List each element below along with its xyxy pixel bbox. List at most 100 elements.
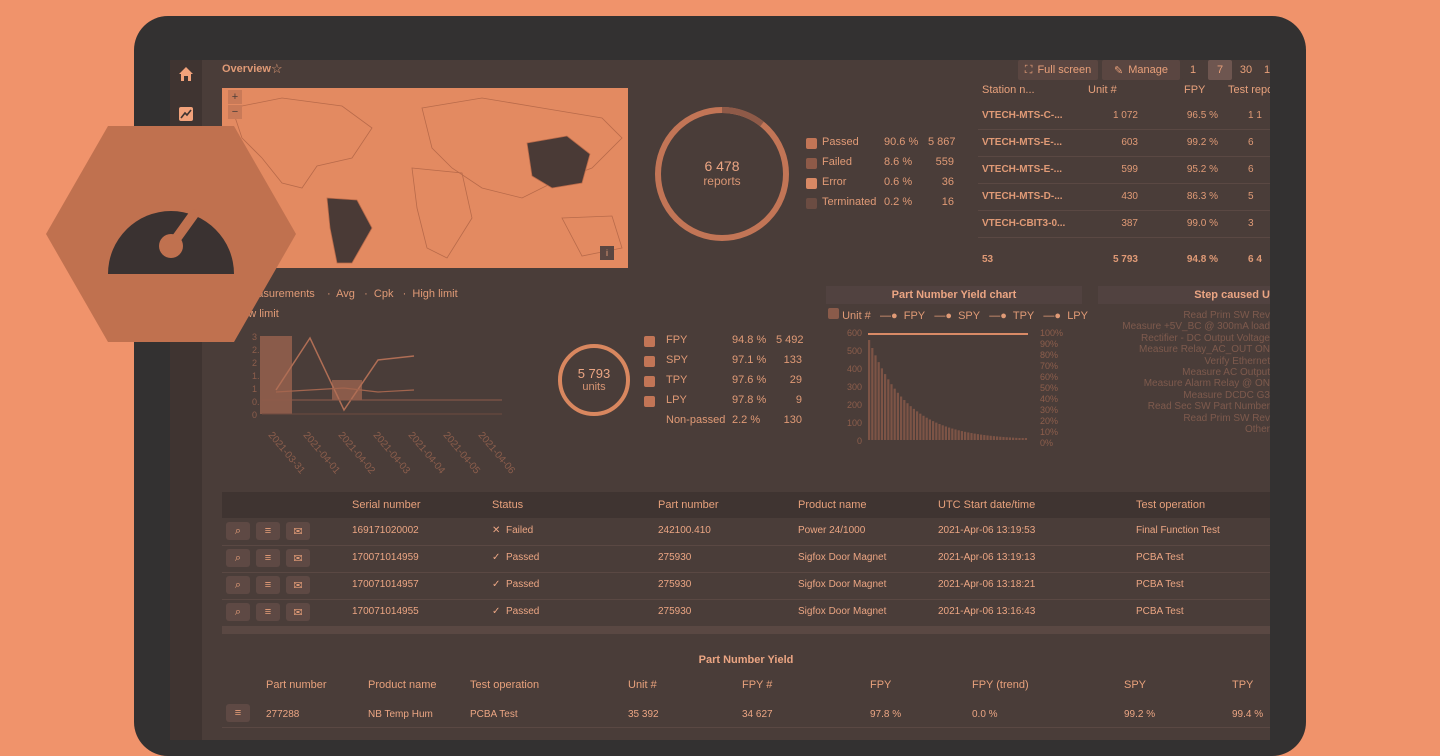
period-365-button[interactable]: 1 bbox=[1260, 60, 1270, 80]
yield-bar bbox=[973, 433, 976, 440]
station-footer-units: 5 793 bbox=[1112, 254, 1138, 265]
table-row[interactable]: ≡ 277288 NB Temp Hum PCBA Test 35 392 34 627 9… bbox=[222, 700, 1270, 728]
col-unit[interactable]: Unit # bbox=[1088, 84, 1117, 96]
units-legend-label[interactable]: Non-passed bbox=[666, 414, 725, 426]
search-icon[interactable]: ⌕ bbox=[226, 549, 250, 567]
favorite-star-icon[interactable]: ☆ bbox=[271, 61, 283, 77]
start-date: 2021-Apr-06 13:19:53 bbox=[938, 525, 1036, 536]
yield-legend-spy[interactable]: SPY bbox=[958, 310, 980, 322]
station-units: 599 bbox=[1121, 164, 1138, 175]
search-icon[interactable]: ⌕ bbox=[226, 522, 250, 540]
pn-col-header[interactable]: FPY # bbox=[742, 679, 772, 691]
map-info-icon[interactable]: i bbox=[600, 246, 614, 260]
yield-bar bbox=[1005, 437, 1008, 440]
pn-col-header[interactable]: FPY (trend) bbox=[972, 679, 1029, 691]
units-legend-label[interactable]: LPY bbox=[666, 394, 687, 406]
test-operation: PCBA Test bbox=[1136, 606, 1184, 617]
yield-y-tick: 400 bbox=[846, 364, 862, 374]
comment-icon[interactable]: ✉ bbox=[286, 576, 310, 594]
units-legend-label[interactable]: SPY bbox=[666, 354, 688, 366]
serial-col-header[interactable]: Test operation bbox=[1136, 499, 1205, 511]
table-row[interactable]: ⌕ ≡ ✉ 170071014959 ✓ Passed 275930 Sigfox Door … bbox=[222, 545, 1270, 573]
table-row[interactable]: ⌕ ≡ ✉ 170071014955 ✓ Passed 275930 Sigfox Door … bbox=[222, 599, 1270, 627]
step-item[interactable]: Read Prim SW Rev bbox=[1092, 413, 1270, 424]
menu-icon[interactable]: ≡ bbox=[226, 704, 250, 722]
manage-button[interactable]: ✎ Manage bbox=[1102, 60, 1180, 80]
serial-col-header[interactable]: Product name bbox=[798, 499, 866, 511]
yield-legend-lpy[interactable]: LPY bbox=[1067, 310, 1088, 322]
chart-icon[interactable] bbox=[178, 106, 194, 122]
step-item[interactable]: Measure AC Output bbox=[1092, 367, 1270, 378]
comment-icon[interactable]: ✉ bbox=[286, 549, 310, 567]
legend-percent: 8.6 % bbox=[884, 156, 913, 168]
pn-col-header[interactable]: Unit # bbox=[628, 679, 657, 691]
serial-col-header[interactable]: Status bbox=[492, 499, 523, 511]
comment-icon[interactable]: ✉ bbox=[286, 522, 310, 540]
serial-col-header[interactable]: Serial number bbox=[352, 499, 420, 511]
period-30-button[interactable]: 30 bbox=[1234, 60, 1258, 80]
search-icon[interactable]: ⌕ bbox=[226, 603, 250, 621]
step-item[interactable]: Rectifier - DC Output Voltage bbox=[1092, 333, 1270, 344]
legend-label[interactable]: Passed bbox=[822, 136, 859, 148]
home-icon[interactable] bbox=[178, 66, 194, 82]
menu-icon[interactable]: ≡ bbox=[256, 603, 280, 621]
legend-label[interactable]: Terminated bbox=[822, 196, 876, 208]
table-row[interactable]: ⌕ ≡ ✉ 169171020002 ✕ Failed 242100.410 Power 24… bbox=[222, 518, 1270, 546]
step-item[interactable]: Read Sec SW Part Number bbox=[1092, 401, 1270, 412]
pn-spy: 99.2 % bbox=[1124, 709, 1156, 720]
pn-col-header[interactable]: SPY bbox=[1124, 679, 1146, 691]
yield-legend-fpy[interactable]: FPY bbox=[904, 310, 925, 322]
horizontal-scrollbar[interactable] bbox=[222, 626, 1270, 634]
menu-icon[interactable]: ≡ bbox=[256, 522, 280, 540]
step-item[interactable]: Read Prim SW Rev bbox=[1092, 310, 1270, 321]
part-number: 275930 bbox=[658, 579, 692, 590]
table-row[interactable]: ⌕ ≡ ✉ 170071014957 ✓ Passed 275930 Sigfox Door … bbox=[222, 572, 1270, 600]
yield-bar bbox=[992, 436, 995, 440]
pn-col-header[interactable]: TPY bbox=[1232, 679, 1253, 691]
comment-icon[interactable]: ✉ bbox=[286, 603, 310, 621]
fullscreen-label: Full screen bbox=[1037, 64, 1092, 76]
units-legend-percent: 97.8 % bbox=[732, 394, 767, 406]
legend-avg[interactable]: Avg bbox=[336, 288, 355, 300]
step-item[interactable]: Measure +5V_BC @ 300mA load bbox=[1092, 321, 1270, 332]
serial-col-header[interactable]: Part number bbox=[658, 499, 719, 511]
pn-col-header[interactable]: Product name bbox=[368, 679, 436, 691]
pn-col-header[interactable]: Test operation bbox=[470, 679, 539, 691]
legend-high-limit[interactable]: High limit bbox=[412, 288, 457, 300]
menu-icon[interactable]: ≡ bbox=[256, 576, 280, 594]
legend-cpk[interactable]: Cpk bbox=[374, 288, 394, 300]
units-legend-label[interactable]: FPY bbox=[666, 334, 687, 346]
yield-bar bbox=[996, 436, 999, 440]
step-item[interactable]: Measure Alarm Relay @ ON bbox=[1092, 378, 1270, 389]
yield-bar bbox=[887, 379, 890, 440]
fullscreen-button[interactable]: ⛶ Full screen bbox=[1018, 60, 1098, 80]
step-item[interactable]: Measure Relay_AC_OUT ON bbox=[1092, 344, 1270, 355]
step-item[interactable]: Verify Ethernet bbox=[1092, 356, 1270, 367]
serial-number: 169171020002 bbox=[352, 525, 419, 536]
serial-col-header[interactable]: UTC Start date/time bbox=[938, 499, 1035, 511]
legend-label[interactable]: Error bbox=[822, 176, 846, 188]
period-1-button[interactable]: 1 bbox=[1182, 60, 1204, 80]
step-item[interactable]: Other bbox=[1092, 424, 1270, 435]
zoom-out-button[interactable]: − bbox=[228, 105, 242, 119]
station-name: VTECH-MTS-D-... bbox=[982, 191, 1063, 202]
step-item[interactable]: Measure DCDC G3 bbox=[1092, 390, 1270, 401]
yield-legend-unit[interactable]: Unit # bbox=[842, 310, 871, 322]
menu-icon[interactable]: ≡ bbox=[256, 549, 280, 567]
yield-bar bbox=[1008, 437, 1011, 440]
search-icon[interactable]: ⌕ bbox=[226, 576, 250, 594]
station-units: 603 bbox=[1121, 137, 1138, 148]
period-7-button[interactable]: 7 bbox=[1208, 60, 1232, 80]
pn-col-header[interactable]: FPY bbox=[870, 679, 891, 691]
col-reports[interactable]: Test repo bbox=[1228, 84, 1270, 96]
yield-legend-tpy[interactable]: TPY bbox=[1013, 310, 1034, 322]
col-fpy[interactable]: FPY bbox=[1184, 84, 1205, 96]
units-legend-label[interactable]: TPY bbox=[666, 374, 687, 386]
yield-bar bbox=[1018, 438, 1021, 440]
zoom-in-button[interactable]: + bbox=[228, 90, 242, 104]
col-station[interactable]: Station n... bbox=[982, 84, 1035, 96]
pn-col-header[interactable]: Part number bbox=[266, 679, 327, 691]
legend-label[interactable]: Failed bbox=[822, 156, 852, 168]
part-number: 242100.410 bbox=[658, 525, 711, 536]
units-legend-count: 130 bbox=[783, 414, 802, 426]
